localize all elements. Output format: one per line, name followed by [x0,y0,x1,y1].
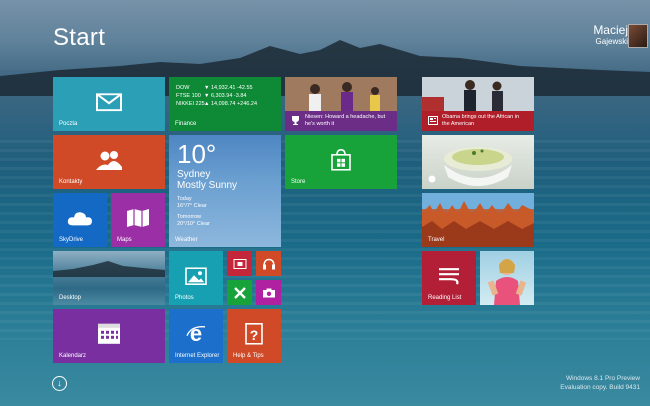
sports-headline: Niesen: Howard a headache, but he's wort… [305,114,386,127]
tile-sports[interactable]: Niesen: Howard a headache, but he's wort… [285,77,397,131]
finance-row-ftse: FTSE 100 ▼ 6,303.94 -3.84 [176,93,247,99]
tile-label: Poczta [59,121,78,127]
tile-label: Store [291,179,306,185]
watermark: Windows 8.1 Pro Preview Evaluation copy.… [560,374,640,392]
tile-games[interactable] [227,280,252,305]
tile-ie[interactable]: e Internet Explorer [169,309,223,363]
tile-video[interactable] [227,251,252,276]
avatar[interactable] [628,24,648,48]
tile-weather[interactable]: 10° Sydney Mostly Sunny Today 16°/7° Cle… [169,135,281,247]
question-icon: ? [245,322,263,345]
newspaper-icon [428,116,438,125]
tile-travel[interactable]: Travel [422,193,534,247]
watermark-line1: Windows 8.1 Pro Preview [565,375,640,382]
weather-today-label: Today [177,196,192,202]
weather-city: Sydney [177,169,211,180]
picture-icon [185,267,207,286]
user-surname: Gajewski [595,37,628,46]
tile-maps[interactable]: Maps [111,193,165,247]
tile-news[interactable]: Obama brings out the African in the Amer… [422,77,534,131]
internet-explorer-icon: e [186,323,206,345]
tile-skydrive[interactable]: SkyDrive [53,193,107,247]
tile-label: Internet Explorer [175,353,220,359]
user-account[interactable]: Maciej Gajewski [593,23,648,48]
tile-camera[interactable] [256,280,281,305]
tile-calendar[interactable]: Kalendarz [53,309,165,363]
tile-label: Finance [175,121,197,127]
desktop-thumbnail [53,261,165,277]
tile-person-photo[interactable] [480,251,534,305]
watermark-line2: Evaluation copy. Build 9431 [560,384,640,391]
user-name: Maciej [593,23,628,37]
news-bar: Niesen: Howard a headache, but he's wort… [285,111,397,131]
down-arrow-icon: ↓ [57,378,62,388]
tile-finance[interactable]: DOW ▼ 14,932.41 -42.55 FTSE 100 ▼ 6,303.94… [169,77,281,131]
tile-music[interactable] [256,251,281,276]
trophy-icon [292,116,299,125]
news-headline: Obama brings out the African in the Amer… [442,114,520,127]
tile-mail[interactable]: Poczta [53,77,165,131]
map-icon [127,209,149,227]
tile-reading-list[interactable]: Reading List [422,251,476,305]
tile-photos[interactable]: Photos [169,251,223,305]
news-bar: Obama brings out the African in the Amer… [422,111,534,131]
tile-label: Kalendarz [59,353,87,359]
news-photo [422,77,534,111]
headphones-icon [262,258,275,269]
person-photo [487,259,527,305]
svg-text:e: e [190,323,202,345]
finance-row-dow: DOW ▼ 14,932.41 -42.55 [176,85,253,91]
tile-label: Help & Tips [233,353,264,359]
finance-row-nikkei: NIKKEI 225▲ 14,098.74 +246.24 [176,101,258,107]
tile-label: SkyDrive [59,237,84,243]
tile-label: Photos [175,295,194,301]
video-icon [233,258,246,269]
sports-photo [285,77,397,111]
tile-label: Travel [428,237,445,243]
xbox-icon [233,286,246,299]
tile-label: Maps [117,237,132,243]
calendar-icon [98,323,120,344]
food-icon [428,175,436,183]
people-icon [96,151,122,170]
shopping-bag-icon [331,149,351,171]
tile-food[interactable] [422,135,534,189]
camera-icon [262,288,275,297]
apps-view-button[interactable]: ↓ [52,376,67,391]
tile-desktop[interactable]: Desktop [53,251,165,305]
tile-label: Kontakty [59,179,83,185]
svg-text:?: ? [250,327,259,343]
weather-tomorrow-label: Tomorrow [177,214,202,220]
tile-contacts[interactable]: Kontakty [53,135,165,189]
weather-tomorrow-value: 20°/10° Clear [177,221,210,227]
tile-label: Reading List [428,295,462,301]
weather-condition: Mostly Sunny [177,180,238,191]
tile-store[interactable]: Store [285,135,397,189]
weather-temp: 10° [177,139,217,169]
weather-today-value: 16°/7° Clear [177,203,207,209]
envelope-icon [96,93,122,112]
tile-label: Weather [175,237,198,243]
reading-list-icon [439,268,459,285]
tile-help[interactable]: ? Help & Tips [227,309,281,363]
cloud-icon [67,212,92,226]
tile-label: Desktop [59,295,82,301]
food-photo [444,147,512,186]
start-title: Start [53,24,106,51]
